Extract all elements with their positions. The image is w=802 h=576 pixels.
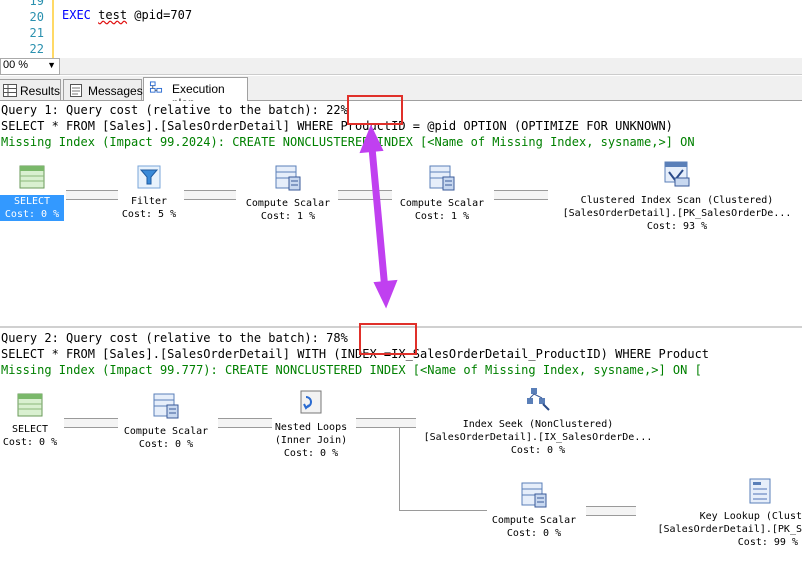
annotation-double-arrow <box>359 124 398 309</box>
